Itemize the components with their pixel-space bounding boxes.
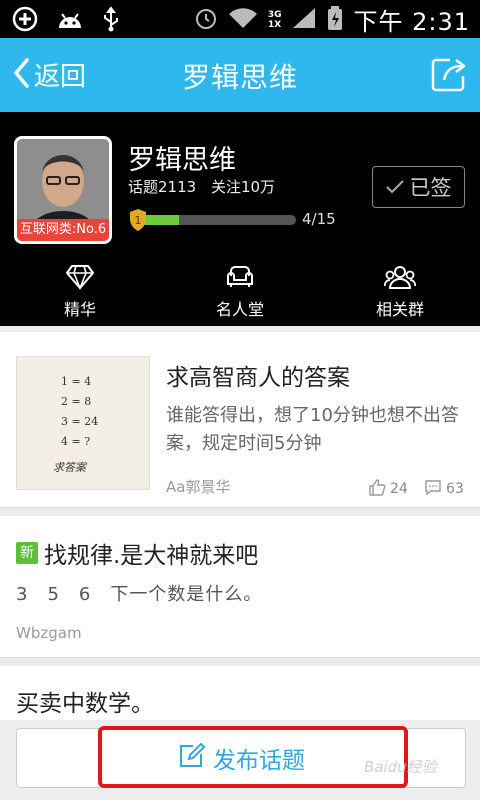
thumb-line: 1 = 4	[61, 375, 91, 388]
topic-card[interactable]: 1 = 4 2 = 8 3 = 24 4 = ? 求答案 求高智商人的答案 谁能…	[0, 332, 480, 508]
group-icon	[384, 264, 416, 294]
topic-card[interactable]: 买卖中数学。	[0, 666, 480, 726]
diamond-icon	[65, 264, 95, 294]
share-button[interactable]	[430, 56, 468, 96]
topic-author[interactable]: Aa郭景华	[166, 476, 230, 497]
page-title: 罗辑思维	[181, 61, 298, 94]
nav-bar: 返回 罗辑思维	[0, 38, 480, 112]
level-number: 1	[135, 214, 142, 227]
add-circle-icon	[12, 6, 38, 36]
watermark: Baidu经验	[364, 758, 437, 776]
sofa-icon	[225, 264, 255, 294]
alarm-icon	[194, 6, 218, 34]
sign-in-label: 已签	[409, 176, 452, 200]
topic-excerpt: 谁能答得出，想了10分钟也想不出答案，规定时间5分钟	[166, 405, 459, 454]
status-bar: 3G 1X 下午 2:31	[0, 0, 480, 38]
tab-featured-label: 精华	[63, 300, 96, 319]
battery-icon	[327, 5, 343, 35]
thumb-line: 3 = 24	[61, 415, 98, 428]
tab-featured[interactable]: 精华	[0, 264, 160, 324]
group-stats: 话题2113 关注10万	[128, 176, 275, 197]
topic-excerpt: 3 5 6 下一个数是什么。	[16, 584, 263, 605]
comment-count-value: 63	[446, 481, 464, 497]
tab-hall-of-fame[interactable]: 名人堂	[160, 264, 320, 324]
group-header: 互联网类:No.6 罗辑思维 话题2113 关注10万 1 4/15 已签 精华	[0, 112, 480, 326]
sign-in-button[interactable]: 已签	[372, 166, 465, 208]
check-icon	[385, 175, 404, 199]
signal-icon	[291, 6, 317, 34]
topic-title: 买卖中数学。	[16, 691, 154, 717]
level-progress: 1 4/15	[128, 206, 336, 236]
wifi-icon	[228, 6, 258, 34]
new-badge: 新	[16, 542, 38, 564]
thumbnail-handwriting: 1 = 4 2 = 8 3 = 24 4 = ? 求答案	[53, 375, 98, 474]
edit-icon	[177, 742, 206, 774]
like-count-value: 24	[390, 481, 408, 497]
header-tabs: 精华 名人堂 相关群	[0, 264, 480, 324]
thumbs-up-icon	[368, 478, 386, 500]
tab-related-groups-label: 相关群	[375, 300, 424, 319]
level-track	[136, 215, 296, 225]
avatar[interactable]: 互联网类:No.6	[14, 136, 112, 244]
tab-hall-of-fame-label: 名人堂	[215, 300, 264, 319]
usb-icon	[102, 6, 120, 36]
comment-count[interactable]: 63	[424, 478, 464, 500]
tab-related-groups[interactable]: 相关群	[320, 264, 480, 324]
android-icon	[56, 8, 84, 34]
post-topic-label: 发布话题	[213, 748, 305, 774]
topics-count: 话题2113	[128, 178, 197, 196]
group-name: 罗辑思维	[128, 145, 236, 176]
status-time: 下午 2:31	[353, 8, 470, 36]
topic-thumbnail[interactable]: 1 = 4 2 = 8 3 = 24 4 = ? 求答案	[16, 356, 150, 490]
share-icon	[430, 58, 468, 96]
topic-card[interactable]: 新 找规律.是大神就来吧 3 5 6 下一个数是什么。 Wbzgam 0 2	[0, 516, 480, 658]
thumb-line: 求答案	[53, 461, 88, 474]
followers-count: 关注10万	[210, 178, 276, 196]
topic-title-row: 新 找规律.是大神就来吧	[16, 536, 258, 570]
rank-badge: 互联网类:No.6	[17, 219, 109, 241]
thumb-line: 4 = ?	[61, 435, 90, 448]
like-count[interactable]: 24	[368, 478, 408, 500]
network-type: 3G 1X	[267, 9, 282, 30]
thumb-line: 2 = 8	[61, 395, 91, 408]
comment-icon	[424, 478, 442, 500]
topic-author[interactable]: Wbzgam	[16, 624, 82, 642]
topic-title: 求高智商人的答案	[166, 365, 350, 391]
level-progress-text: 4/15	[302, 210, 336, 228]
topic-title: 找规律.是大神就来吧	[44, 543, 259, 569]
level-shield-icon: 1	[130, 209, 146, 231]
